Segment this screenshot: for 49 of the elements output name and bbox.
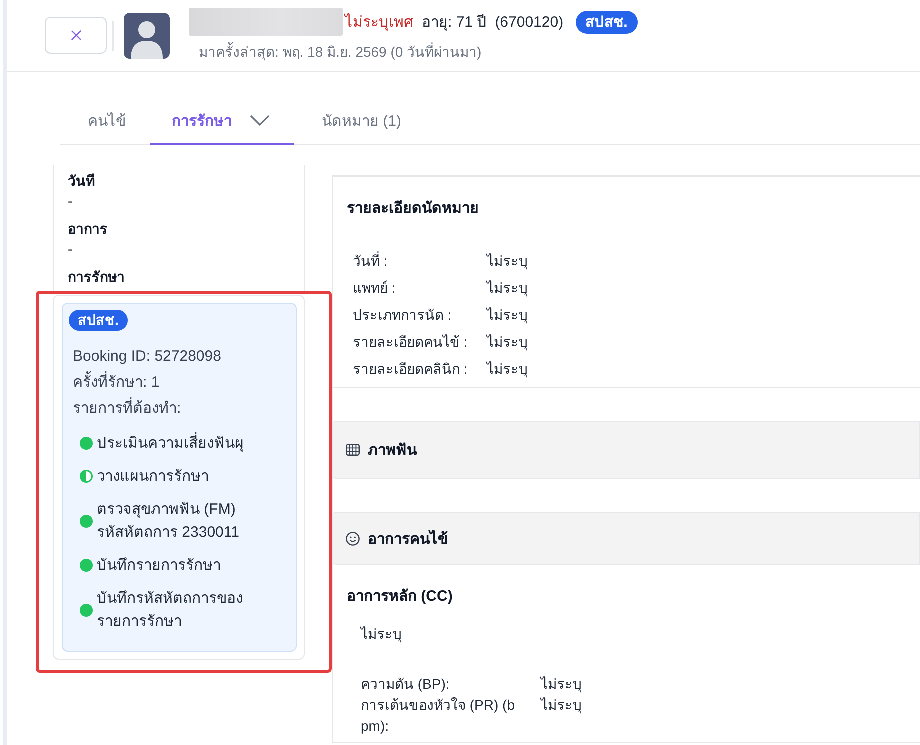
- detail-label: วันที่ :: [353, 250, 389, 271]
- vital-label: การเต้นของหัวใจ (PR) (bpm):: [361, 696, 516, 736]
- detail-value: ไม่ระบุ: [487, 252, 528, 272]
- detail-value: ไม่ระบุ: [487, 306, 528, 326]
- field-value: -: [68, 240, 74, 259]
- subsection-title: อาการหลัก (CC): [347, 587, 454, 607]
- insurance-badge: สปสช.: [576, 10, 638, 34]
- card-text: รายการที่ต้องทำ:: [73, 396, 290, 422]
- detail-label: รายละเอียดคลินิก :: [353, 360, 469, 379]
- panel-title: รายละเอียดนัดหมาย: [347, 199, 480, 219]
- vital-value: ไม่ระบุ: [541, 696, 582, 716]
- vital-value: ไม่ระบุ: [541, 675, 582, 695]
- card-text: Booking ID: 52728098: [73, 347, 222, 367]
- section-header[interactable]: อาการคนไข้: [333, 512, 920, 565]
- task-code: รหัสหัตถการ 2330011: [97, 523, 240, 543]
- section-title: อาการคนไข้: [368, 529, 448, 550]
- section-title: ภาพฟัน: [368, 441, 417, 461]
- task-label: วางแผนการรักษา: [97, 467, 210, 487]
- vital-label: ความดัน (BP):: [361, 675, 451, 694]
- card-text: ครั้งที่รักษา: 1: [73, 370, 290, 396]
- task-label: บันทึกรายการรักษา: [97, 556, 222, 576]
- detail-value: ไม่ระบุ: [487, 360, 528, 380]
- avatar-icon: [124, 12, 170, 58]
- complaint-value: ไม่ระบุ: [361, 625, 403, 644]
- smiley-icon: [346, 532, 360, 546]
- age-text: อายุ: 71 ปี: [422, 13, 488, 34]
- keyboard-icon: [346, 444, 360, 456]
- close-icon: [70, 30, 82, 41]
- patient-id-text: (6700120): [495, 14, 564, 30]
- tab[interactable]: คนไข้: [60, 98, 150, 145]
- task-label: ตรวจสุขภาพฟัน (FM): [97, 500, 237, 520]
- insurance-badge: สปสช.: [69, 310, 128, 331]
- task-label: ประเมินความเสี่ยงฟันผุ: [97, 432, 287, 455]
- tab[interactable]: การรักษา: [150, 98, 294, 145]
- field-label: วันที: [68, 172, 96, 191]
- close-button[interactable]: [45, 17, 107, 54]
- last-visit-text: มาครั้งล่าสุด: พฤ. 18 มิ.ย. 2569 (0 วันที่ผ่านมา): [199, 41, 482, 63]
- gender-text: ไม่ระบุเพศ: [345, 12, 414, 34]
- section-header[interactable]: ภาพฟัน: [333, 421, 920, 479]
- field-label: อาการ: [68, 220, 109, 239]
- detail-label: แพทย์ :: [353, 279, 397, 298]
- task-label: บันทึกรหัสหัตถการของรายการรักษา: [97, 589, 244, 632]
- detail-value: ไม่ระบุ: [487, 333, 528, 353]
- detail-label: รายละเอียดคนไข้ :: [353, 333, 469, 352]
- field-value: -: [68, 192, 74, 211]
- detail-value: ไม่ระบุ: [487, 279, 528, 299]
- detail-label: ประเภทการนัด :: [353, 306, 453, 325]
- tab[interactable]: นัดหมาย (1): [294, 98, 426, 145]
- treatment-label: การรักษา: [68, 268, 126, 287]
